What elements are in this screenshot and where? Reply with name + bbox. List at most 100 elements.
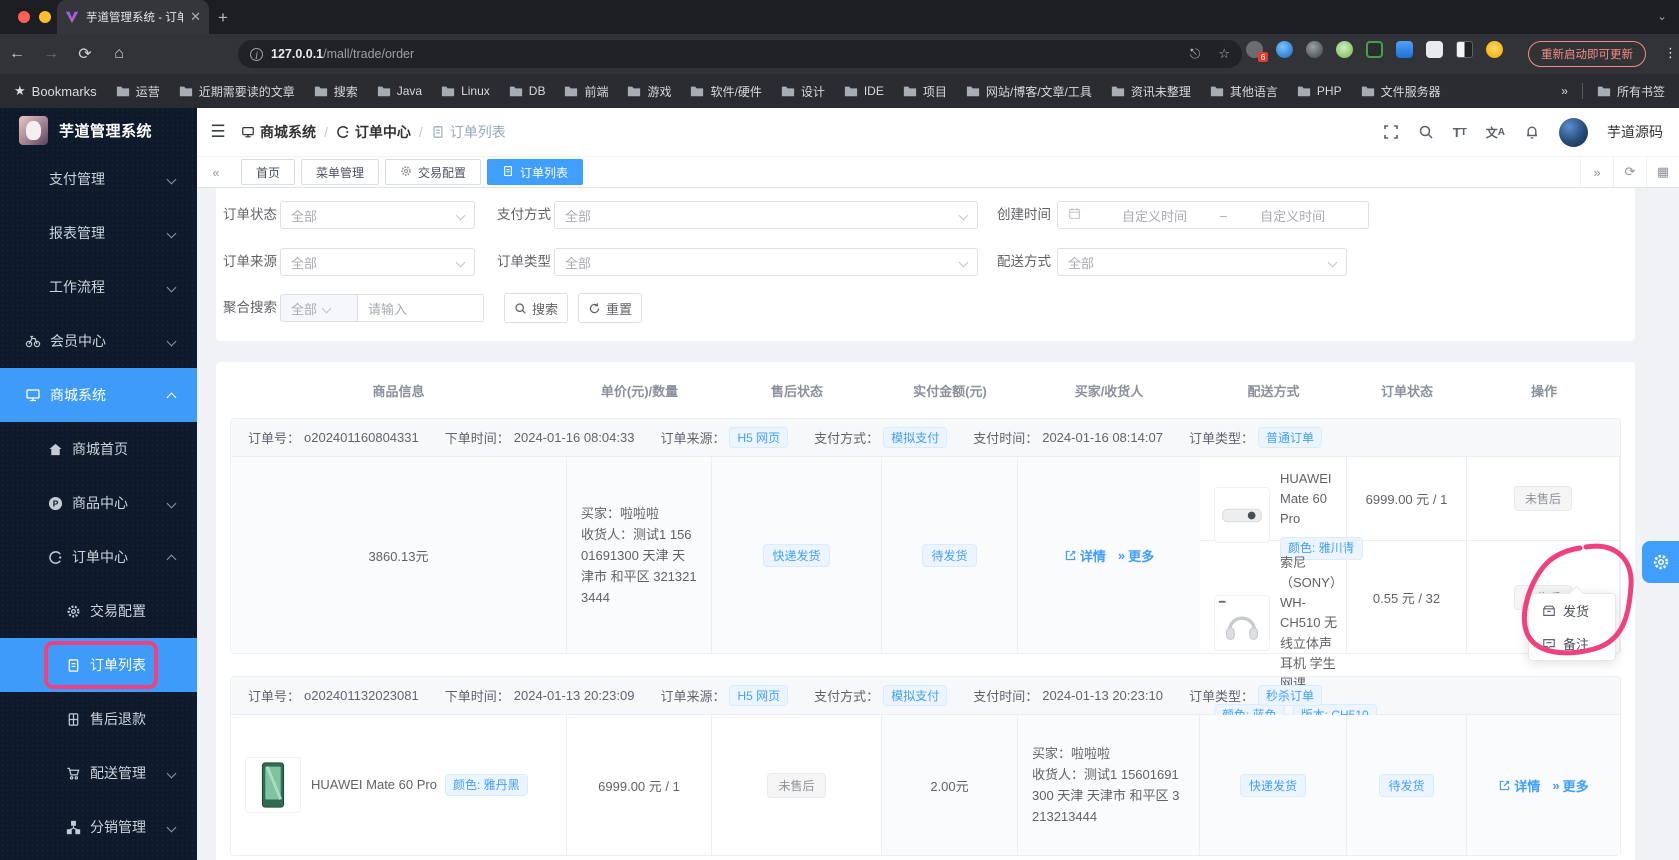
bookmark-folder-item[interactable]: 运营	[116, 83, 160, 100]
paid-amount-cell: 3860.13元	[231, 457, 567, 653]
order-status-select[interactable]: 全部	[280, 201, 475, 229]
sidebar-item-mall[interactable]: 商城系统	[0, 368, 197, 422]
search-icon[interactable]	[1418, 124, 1434, 140]
browser-tab[interactable]: 芋道管理系统 - 订单列表 ✕	[57, 0, 209, 34]
more-link[interactable]: » 更多	[1118, 546, 1154, 565]
ship-menu-item[interactable]: 发货	[1529, 594, 1615, 627]
extension-icon-1[interactable]: 6	[1246, 41, 1268, 62]
bookmark-folder-item[interactable]: DB	[509, 83, 545, 100]
sidebar-item-mall-home[interactable]: 商城首页	[0, 422, 197, 476]
search-button[interactable]: 搜索	[504, 293, 568, 323]
extension-icon-2[interactable]	[1276, 41, 1293, 58]
chrome-update-button[interactable]: 重新启动即可更新	[1528, 41, 1646, 67]
create-time-range-picker[interactable]: 自定义时间 – 自定义时间	[1057, 201, 1369, 229]
tab-close-icon[interactable]: ✕	[190, 9, 201, 25]
remark-menu-item[interactable]: 备注	[1529, 627, 1615, 660]
page-tab-menu-manage[interactable]: 菜单管理	[301, 159, 380, 185]
page-tab-order-list[interactable]: 订单列表	[487, 159, 584, 185]
extensions-puzzle-icon[interactable]	[1426, 41, 1443, 58]
detail-link[interactable]: 详情	[1498, 776, 1540, 795]
close-window-button[interactable]	[18, 11, 30, 23]
agg-search-input[interactable]: 请输入	[357, 294, 484, 322]
back-button[interactable]: ←	[0, 45, 34, 63]
product-image[interactable]	[1214, 486, 1270, 543]
bookmark-folder-item[interactable]: 资讯未整理	[1111, 83, 1191, 100]
new-tab-button[interactable]: +	[218, 8, 228, 28]
forward-button[interactable]: →	[34, 45, 68, 63]
bookmark-folder-item[interactable]: 网站/博客/文章/工具	[966, 83, 1092, 100]
order-type-select[interactable]: 全部	[554, 248, 978, 276]
extension-icon-5[interactable]	[1366, 41, 1383, 58]
page-tab-trade-config[interactable]: 交易配置	[385, 159, 482, 185]
product-name[interactable]: 索尼（SONY）WH-CH510 无线立体声耳机 学生网课	[1280, 553, 1343, 694]
extension-icon-3[interactable]	[1306, 41, 1323, 58]
all-bookmarks-folder[interactable]: 所有书签	[1597, 83, 1665, 100]
bookmark-folder-item[interactable]: 前端	[564, 83, 608, 100]
sidebar-item-delivery-manage[interactable]: 配送管理	[0, 746, 197, 800]
bookmarks-root[interactable]: ★ Bookmarks	[14, 83, 97, 99]
product-image[interactable]	[245, 757, 301, 813]
sidebar-item-product-center[interactable]: P 商品中心	[0, 476, 197, 530]
tabs-scroll-right-icon[interactable]: »	[1580, 157, 1613, 187]
bell-icon[interactable]	[1524, 124, 1540, 140]
address-bar[interactable]: i 127.0.0.1/mall/trade/order ⎋ ☆	[238, 40, 1242, 68]
bookmarks-overflow-chevron[interactable]: »	[1561, 84, 1568, 98]
home-button[interactable]: ⌂	[102, 45, 136, 63]
collapse-menu-icon[interactable]: ☰	[205, 122, 231, 142]
browser-menu-icon[interactable]: ⋮	[1664, 45, 1677, 61]
sidebar-item-order-center[interactable]: 订单中心	[0, 530, 197, 584]
reset-button[interactable]: 重置	[578, 293, 642, 323]
tabs-grid-icon[interactable]: ▦	[1646, 157, 1679, 187]
bookmark-folder-item[interactable]: 近期需要读的文章	[179, 83, 295, 100]
sidebar-item-trade-config[interactable]: 交易配置	[0, 584, 197, 638]
page-settings-gear-button[interactable]	[1642, 541, 1679, 583]
order-source-select[interactable]: 全部	[280, 248, 475, 276]
profile-avatar-icon[interactable]	[1486, 41, 1503, 58]
pay-mode-select[interactable]: 全部	[554, 201, 978, 229]
extension-icon-6[interactable]	[1396, 41, 1413, 58]
font-size-icon[interactable]: TT	[1453, 125, 1467, 140]
bookmark-folder-item[interactable]: 软件/硬件	[690, 83, 762, 100]
sidebar-item-member[interactable]: 会员中心	[0, 314, 197, 368]
minimize-window-button[interactable]	[39, 11, 51, 23]
site-info-icon[interactable]: i	[250, 47, 263, 61]
bookmark-folder-item[interactable]: PHP	[1297, 83, 1342, 100]
sidebar-item-aftersale-refund[interactable]: 售后退款	[0, 692, 197, 746]
bookmark-folder-item[interactable]: Linux	[441, 83, 490, 100]
tabs-scroll-left-icon[interactable]: «	[205, 165, 227, 180]
user-avatar[interactable]	[1559, 117, 1588, 147]
reload-button[interactable]: ⟳	[68, 44, 102, 64]
sidebar-item-distribution-manage[interactable]: 分销管理	[0, 800, 197, 854]
page-tab-home[interactable]: 首页	[241, 159, 296, 185]
fullscreen-icon[interactable]	[1383, 124, 1399, 140]
agg-search-field-select[interactable]: 全部	[280, 294, 358, 322]
refresh-tab-icon[interactable]: ⟳	[1613, 157, 1646, 187]
detail-link[interactable]: 详情	[1064, 546, 1106, 565]
product-image[interactable]	[1214, 595, 1270, 652]
app-logo[interactable]: 芋道管理系统	[0, 108, 197, 152]
extension-icon-4[interactable]	[1336, 41, 1353, 58]
more-link[interactable]: » 更多	[1552, 776, 1588, 795]
breadcrumb-mall[interactable]: 商城系统	[241, 122, 316, 142]
sidebar-item-workflow[interactable]: 工作流程	[0, 260, 197, 314]
product-name[interactable]: HUAWEI Mate 60 Pro	[1280, 469, 1332, 529]
bookmark-folder-item[interactable]: 游戏	[627, 83, 671, 100]
folder-icon	[691, 86, 704, 97]
bookmark-folder-item[interactable]: Java	[377, 83, 422, 100]
bookmark-folder-item[interactable]: 设计	[781, 83, 825, 100]
bookmark-star-icon[interactable]: ☆	[1218, 46, 1230, 62]
bookmark-folder-item[interactable]: 文件服务器	[1361, 83, 1441, 100]
translate-icon[interactable]: 文A	[1486, 124, 1505, 141]
delivery-mode-select[interactable]: 全部	[1057, 248, 1347, 276]
product-name[interactable]: HUAWEI Mate 60 Pro	[311, 775, 437, 795]
bookmark-folder-item[interactable]: IDE	[844, 83, 884, 100]
sidebar-item-report[interactable]: 报表管理	[0, 206, 197, 260]
breadcrumb-order-center[interactable]: 订单中心	[336, 122, 411, 142]
bookmark-folder-item[interactable]: 搜索	[314, 83, 358, 100]
sidebar-item-payment[interactable]: 支付管理	[0, 152, 197, 206]
split-view-icon[interactable]	[1456, 41, 1473, 58]
tab-search-chevron-icon[interactable]: ⌄	[1657, 9, 1667, 23]
share-icon[interactable]: ⎋	[1190, 46, 1200, 62]
bookmark-folder-item[interactable]: 其他语言	[1210, 83, 1278, 100]
bookmark-folder-item[interactable]: 项目	[903, 83, 947, 100]
